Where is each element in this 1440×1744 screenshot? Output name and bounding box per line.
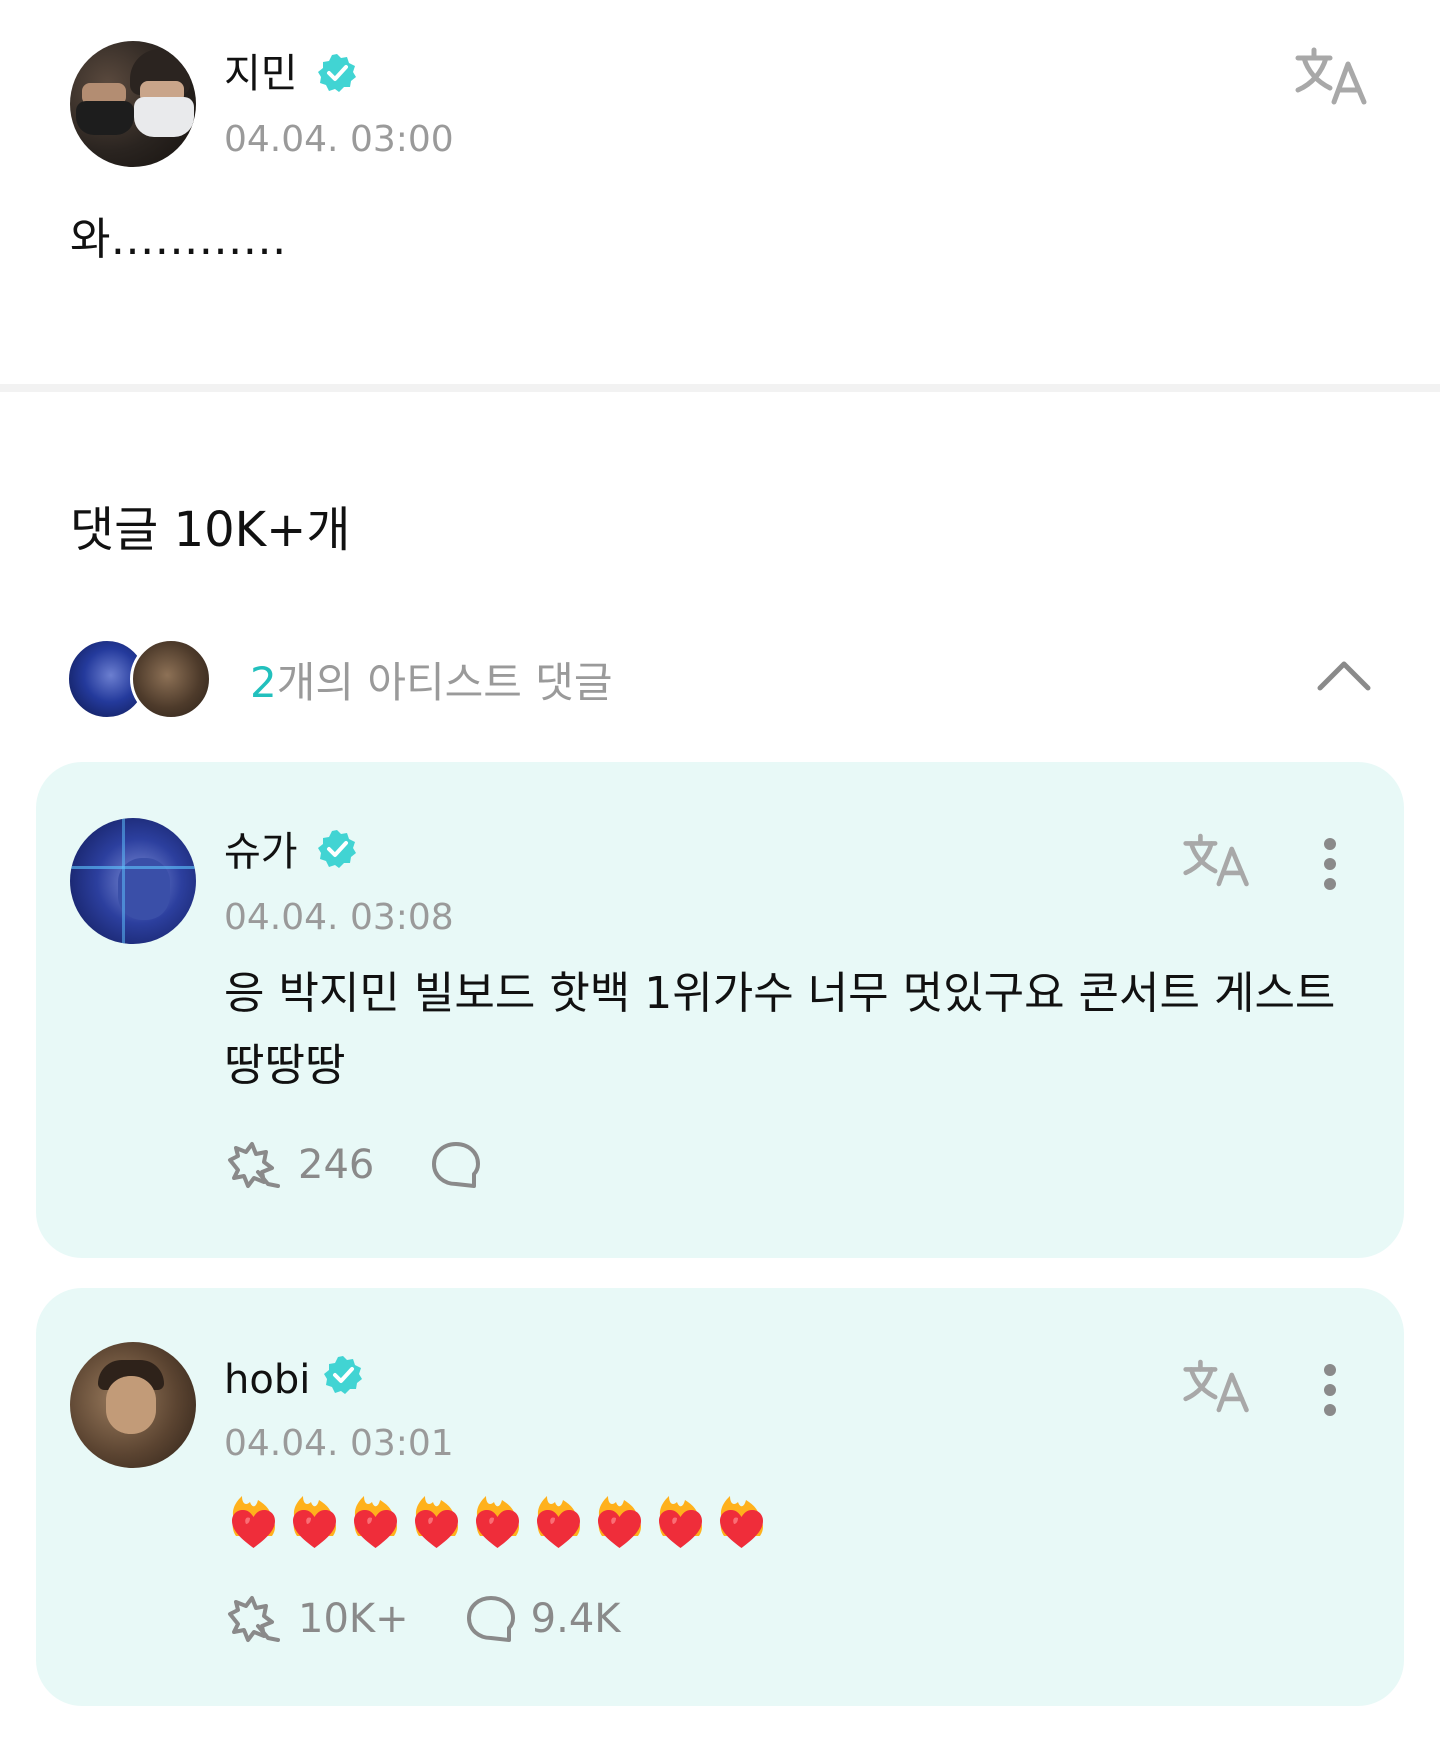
weverse-like-icon[interactable]	[224, 1140, 284, 1190]
comment-timestamp: 04.04. 03:01	[224, 1423, 454, 1464]
comment-bubble-icon[interactable]	[430, 1140, 482, 1190]
comment-author-name[interactable]: 슈가	[224, 832, 298, 872]
artist-comment-card: 슈가 04.04. 03:08 응 박지민 빌보드 핫백 1위가수 너무 멋있구…	[36, 762, 1404, 1258]
heart-on-fire-emoji	[354, 1496, 397, 1548]
translate-icon[interactable]	[1182, 1358, 1252, 1414]
comment-stats: 246	[224, 1140, 482, 1190]
comment-count-title: 댓글 10K+개	[70, 502, 351, 558]
translate-icon[interactable]	[1294, 46, 1370, 106]
heart-on-fire-emoji	[537, 1496, 580, 1548]
post-timestamp: 04.04. 03:00	[224, 119, 454, 160]
heart-on-fire-emoji	[598, 1496, 641, 1548]
more-vertical-icon[interactable]	[1322, 1362, 1338, 1418]
translate-icon[interactable]	[1182, 832, 1252, 888]
heart-on-fire-emoji	[720, 1496, 763, 1548]
post-detail-page: 지민 04.04. 03:00 와………… 댓글 10K+개 2개의 아티스트 …	[0, 0, 1440, 1744]
comment-bubble-icon[interactable]	[465, 1594, 517, 1644]
heart-on-fire-emoji	[232, 1496, 275, 1548]
post-body-text: 와…………	[70, 214, 287, 265]
comment-author-avatar[interactable]	[70, 1342, 196, 1468]
comment-stats: 10K+ 9.4K	[224, 1594, 621, 1644]
comment-author-name[interactable]: hobi	[224, 1360, 310, 1400]
like-count: 10K+	[298, 1596, 409, 1642]
heart-on-fire-emoji	[659, 1496, 702, 1548]
heart-on-fire-emoji	[476, 1496, 519, 1548]
verified-badge-icon	[318, 830, 356, 868]
artist-avatar-hobi	[130, 638, 212, 720]
heart-on-fire-emoji	[415, 1496, 458, 1548]
more-vertical-icon[interactable]	[1322, 836, 1338, 892]
section-divider	[0, 384, 1440, 392]
artist-comment-count: 2개의 아티스트 댓글	[250, 662, 613, 704]
verified-badge-icon	[318, 54, 356, 92]
like-count: 246	[298, 1142, 375, 1188]
reply-count: 9.4K	[530, 1596, 621, 1642]
comment-emoji-row	[226, 1494, 769, 1552]
artist-comment-label: 개의 아티스트 댓글	[276, 658, 613, 707]
heart-on-fire-emoji	[293, 1496, 336, 1548]
comment-text: 응 박지민 빌보드 핫백 1위가수 너무 멋있구요 콘서트 게스트 땅땅땅	[224, 968, 1336, 1091]
verified-badge-icon	[324, 1356, 362, 1394]
comment-timestamp: 04.04. 03:08	[224, 897, 454, 938]
artist-comment-number: 2	[250, 658, 277, 707]
comment-author-avatar[interactable]	[70, 818, 196, 944]
weverse-like-icon[interactable]	[224, 1594, 284, 1644]
post-author-name[interactable]: 지민	[224, 54, 298, 94]
artist-comment-card: hobi 04.04. 03:01 10K+ 9.4K	[36, 1288, 1404, 1706]
chevron-up-icon[interactable]	[1316, 658, 1372, 692]
author-avatar[interactable]	[70, 41, 196, 167]
